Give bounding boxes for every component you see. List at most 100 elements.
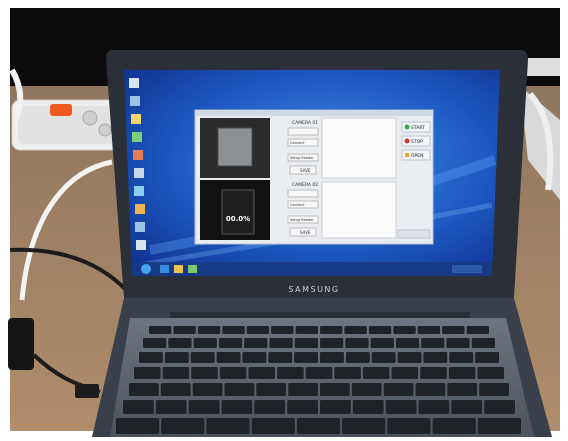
keyboard-key[interactable]	[320, 338, 344, 348]
desktop-icon[interactable]	[134, 186, 144, 196]
keyboard-key[interactable]	[287, 400, 318, 414]
keyboard-key[interactable]	[129, 383, 159, 396]
keyboard-key[interactable]	[288, 383, 318, 396]
taskbar-app-icon[interactable]	[160, 265, 169, 273]
keyboard-key[interactable]	[415, 383, 446, 396]
keyboard-key[interactable]	[342, 418, 386, 434]
keyboard-key[interactable]	[393, 326, 416, 334]
keyboard-key[interactable]	[269, 338, 293, 348]
desktop-icon[interactable]	[135, 204, 145, 214]
keyboard-key[interactable]	[448, 367, 476, 379]
keyboard-key[interactable]	[139, 352, 163, 363]
keyboard-key[interactable]	[206, 418, 250, 434]
camera-02-field[interactable]	[287, 189, 319, 198]
keyboard-key[interactable]	[475, 352, 499, 363]
keyboard-key[interactable]	[244, 338, 268, 348]
keyboard-key[interactable]	[277, 367, 304, 379]
keyboard-key[interactable]	[190, 352, 215, 363]
keyboard-key[interactable]	[446, 338, 470, 348]
keyboard-key[interactable]	[161, 418, 205, 434]
keyboard-key[interactable]	[320, 326, 343, 334]
keyboard-key[interactable]	[471, 338, 495, 348]
keyboard-key[interactable]	[271, 326, 294, 334]
keyboard-key[interactable]	[268, 352, 293, 363]
keyboard-key[interactable]	[334, 367, 361, 379]
keyboard-key[interactable]	[294, 352, 318, 363]
keyboard-key[interactable]	[219, 367, 247, 379]
keyboard-key[interactable]	[423, 352, 448, 363]
keyboard-key[interactable]	[295, 326, 318, 334]
keyboard-key[interactable]	[254, 400, 286, 414]
keyboard-key[interactable]	[305, 367, 333, 379]
keyboard-key[interactable]	[345, 352, 370, 363]
keyboard-key[interactable]	[368, 326, 392, 334]
keyboard-key[interactable]	[484, 400, 515, 414]
keyboard-key[interactable]	[449, 352, 474, 363]
keyboard-key[interactable]	[218, 338, 243, 348]
keyboard-key[interactable]	[134, 367, 161, 379]
keyboard-key[interactable]	[477, 367, 504, 379]
keyboard-key[interactable]	[352, 400, 384, 414]
keyboard-key[interactable]	[391, 367, 419, 379]
keyboard-key[interactable]	[251, 418, 295, 434]
keyboard-key[interactable]	[418, 400, 450, 414]
keyboard-key[interactable]	[123, 400, 154, 414]
keyboard-key[interactable]	[294, 338, 318, 348]
keyboard-key[interactable]	[188, 400, 220, 414]
keyboard-key[interactable]	[320, 400, 351, 414]
keyboard-key[interactable]	[320, 383, 350, 396]
keyboard-key[interactable]	[477, 418, 521, 434]
keyboard-key[interactable]	[447, 383, 478, 396]
keyboard-key[interactable]	[362, 367, 390, 379]
taskbar-app-icon[interactable]	[174, 265, 183, 273]
keyboard-key[interactable]	[164, 352, 189, 363]
keyboard-key[interactable]	[222, 326, 245, 334]
camera-01-field[interactable]	[287, 127, 319, 136]
keyboard-key[interactable]	[432, 418, 476, 434]
keyboard-key[interactable]	[193, 338, 217, 348]
keyboard-key[interactable]	[246, 326, 270, 334]
desktop-icon[interactable]	[131, 114, 141, 124]
keyboard-key[interactable]	[370, 338, 394, 348]
keyboard-key[interactable]	[442, 326, 465, 334]
keyboard-key[interactable]	[383, 383, 414, 396]
keyboard-key[interactable]	[395, 338, 420, 348]
desktop-icon[interactable]	[135, 222, 145, 232]
keyboard-key[interactable]	[466, 326, 489, 334]
keyboard-key[interactable]	[420, 367, 447, 379]
keyboard-key[interactable]	[344, 326, 367, 334]
keyboard-key[interactable]	[421, 338, 445, 348]
desktop-icon[interactable]	[132, 132, 142, 142]
keyboard-key[interactable]	[417, 326, 441, 334]
desktop-icon[interactable]	[134, 168, 144, 178]
keyboard-key[interactable]	[224, 383, 255, 396]
keyboard-key[interactable]	[397, 352, 422, 363]
keyboard-key[interactable]	[296, 418, 341, 434]
keyboard-key[interactable]	[385, 400, 417, 414]
desktop-icon[interactable]	[129, 78, 139, 88]
keyboard-key[interactable]	[351, 383, 382, 396]
keyboard-key[interactable]	[143, 338, 167, 348]
keyboard-key[interactable]	[216, 352, 241, 363]
keyboard-key[interactable]	[248, 367, 276, 379]
keyboard-key[interactable]	[197, 326, 221, 334]
keyboard-key[interactable]	[242, 352, 267, 363]
keyboard-key[interactable]	[155, 400, 187, 414]
keyboard-key[interactable]	[479, 383, 509, 396]
keyboard-key[interactable]	[256, 383, 287, 396]
keyboard-key[interactable]	[191, 367, 218, 379]
keyboard-key[interactable]	[320, 352, 344, 363]
start-button-icon[interactable]	[141, 264, 151, 274]
taskbar-app-icon[interactable]	[188, 265, 197, 273]
keyboard-key[interactable]	[168, 338, 192, 348]
keyboard-key[interactable]	[173, 326, 196, 334]
keyboard-key[interactable]	[149, 326, 172, 334]
desktop-icon[interactable]	[130, 96, 140, 106]
keyboard-key[interactable]	[162, 367, 190, 379]
keyboard-key[interactable]	[451, 400, 483, 414]
keyboard-key[interactable]	[345, 338, 369, 348]
desktop-icon[interactable]	[136, 240, 146, 250]
keyboard-key[interactable]	[160, 383, 191, 396]
keyboard-key[interactable]	[192, 383, 223, 396]
keyboard-key[interactable]	[116, 418, 160, 434]
